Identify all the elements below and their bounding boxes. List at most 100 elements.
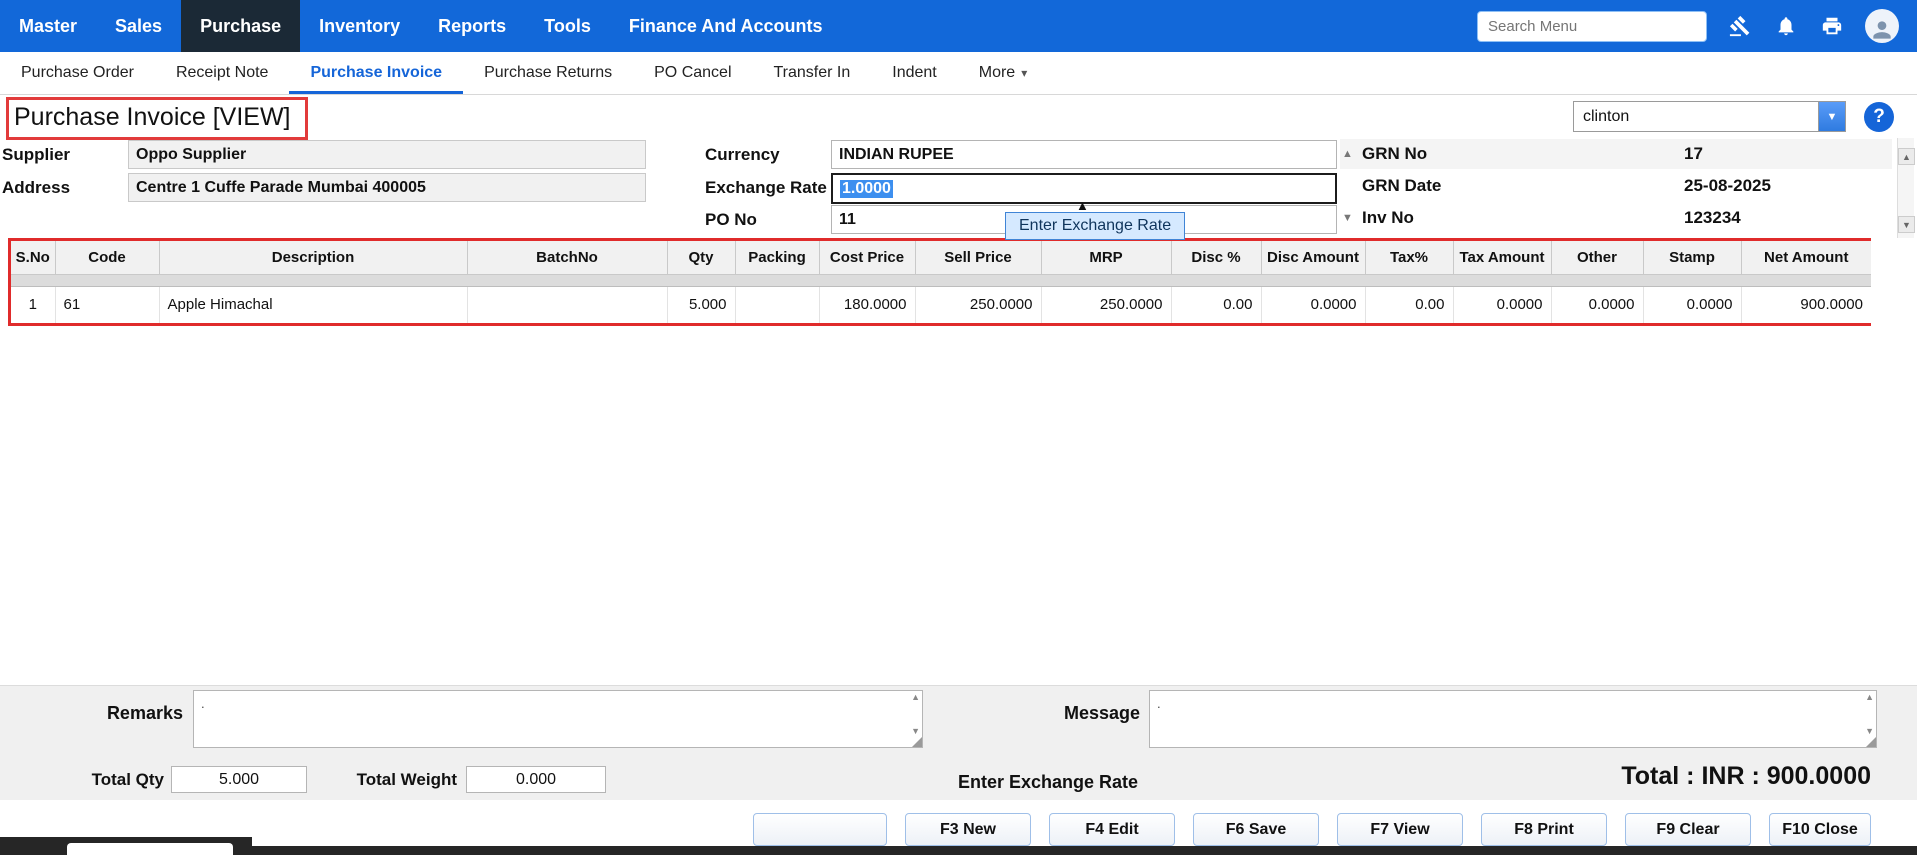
dropdown-arrow-icon: ▼ [1827, 111, 1838, 123]
tab-transfer-in[interactable]: Transfer In [753, 52, 872, 94]
table-row[interactable]: 1 61 Apple Himachal 5.000 180.0000 250.0… [11, 286, 1871, 323]
printer-icon[interactable] [1819, 13, 1845, 39]
address-label: Address [2, 178, 70, 198]
chevron-down-icon: ▾ [1021, 66, 1027, 80]
f4-edit-button[interactable]: F4 Edit [1049, 813, 1175, 846]
supplier-field[interactable]: Oppo Supplier [128, 140, 646, 169]
remarks-input[interactable]: . ▲ ▼ [193, 690, 923, 748]
tab-purchase-returns[interactable]: Purchase Returns [463, 52, 633, 94]
message-resize-grip[interactable] [1866, 737, 1876, 747]
remarks-resize-grip[interactable] [912, 737, 922, 747]
cell-stamp[interactable]: 0.0000 [1643, 286, 1741, 323]
tab-purchase-order[interactable]: Purchase Order [0, 52, 155, 94]
menu-item-reports[interactable]: Reports [419, 0, 525, 52]
col-header-sno: S.No [11, 241, 55, 274]
cell-qty[interactable]: 5.000 [667, 286, 735, 323]
col-header-tax-amount: Tax Amount [1453, 241, 1551, 274]
col-header-sell-price: Sell Price [915, 241, 1041, 274]
cell-packing[interactable] [735, 286, 819, 323]
combo-dropdown-button[interactable]: ▼ [1818, 102, 1845, 131]
tab-more[interactable]: More ▾ [958, 52, 1048, 94]
po-no-label: PO No [705, 210, 757, 230]
scrollbar-up-icon[interactable]: ▲ [1898, 148, 1915, 165]
cell-sno[interactable]: 1 [11, 286, 55, 323]
inv-no-value: 123234 [1684, 208, 1741, 228]
status-message: Enter Exchange Rate [958, 772, 1138, 793]
total-qty-label: Total Qty [64, 770, 164, 790]
message-scroll-up-icon[interactable]: ▲ [1865, 692, 1874, 702]
f8-print-button[interactable]: F8 Print [1481, 813, 1607, 846]
total-weight-label: Total Weight [349, 770, 457, 790]
line-items-grid: S.No Code Description BatchNo Qty Packin… [8, 238, 1871, 326]
remarks-scroll-up-icon[interactable]: ▲ [911, 692, 920, 702]
remarks-label: Remarks [83, 703, 183, 724]
purchase-tab-bar: Purchase Order Receipt Note Purchase Inv… [0, 52, 1917, 95]
cell-mrp[interactable]: 250.0000 [1041, 286, 1171, 323]
total-qty-field[interactable]: 5.000 [171, 766, 307, 793]
menu-item-sales[interactable]: Sales [96, 0, 181, 52]
menu-item-master[interactable]: Master [0, 0, 96, 52]
col-header-packing: Packing [735, 241, 819, 274]
gavel-icon[interactable] [1727, 13, 1753, 39]
user-avatar[interactable] [1865, 9, 1899, 43]
cell-tax-amount[interactable]: 0.0000 [1453, 286, 1551, 323]
tab-po-cancel[interactable]: PO Cancel [633, 52, 752, 94]
col-header-batchno: BatchNo [467, 241, 667, 274]
col-header-disc-amount: Disc Amount [1261, 241, 1365, 274]
f3-new-button[interactable]: F3 New [905, 813, 1031, 846]
bell-icon[interactable] [1773, 13, 1799, 39]
invoice-header-form: Supplier Oppo Supplier Address Centre 1 … [0, 138, 1917, 238]
menu-item-tools[interactable]: Tools [525, 0, 610, 52]
tab-purchase-invoice[interactable]: Purchase Invoice [289, 52, 463, 94]
blank-button[interactable] [753, 813, 887, 846]
cell-tax-pct[interactable]: 0.00 [1365, 286, 1453, 323]
cell-code[interactable]: 61 [55, 286, 159, 323]
remarks-scroll-down-icon[interactable]: ▼ [911, 726, 920, 736]
taskbar-search-box[interactable] [67, 843, 233, 855]
tab-receipt-note[interactable]: Receipt Note [155, 52, 290, 94]
currency-label: Currency [705, 145, 780, 165]
title-row: Purchase Invoice [VIEW] ▼ ? [0, 95, 1917, 140]
cell-sell-price[interactable]: 250.0000 [915, 286, 1041, 323]
message-scroll-down-icon[interactable]: ▼ [1865, 726, 1874, 736]
grn-no-value: 17 [1684, 144, 1703, 164]
cell-disc-pct[interactable]: 0.00 [1171, 286, 1261, 323]
col-header-stamp: Stamp [1643, 241, 1741, 274]
f6-save-button[interactable]: F6 Save [1193, 813, 1319, 846]
menu-item-purchase[interactable]: Purchase [181, 0, 300, 52]
f9-clear-button[interactable]: F9 Clear [1625, 813, 1751, 846]
message-text: . [1157, 696, 1161, 711]
col-header-cost-price: Cost Price [819, 241, 915, 274]
col-header-mrp: MRP [1041, 241, 1171, 274]
f7-view-button[interactable]: F7 View [1337, 813, 1463, 846]
message-input[interactable]: . ▲ ▼ [1149, 690, 1877, 748]
scrollbar-down-icon[interactable]: ▼ [1898, 216, 1915, 233]
grand-total: Total : INR : 900.0000 [1621, 762, 1871, 791]
currency-field[interactable]: INDIAN RUPEE [831, 140, 1337, 169]
user-select-input[interactable] [1574, 102, 1818, 131]
help-button[interactable]: ? [1864, 102, 1894, 132]
message-label: Message [1032, 703, 1140, 724]
cell-cost-price[interactable]: 180.0000 [819, 286, 915, 323]
panel-scroll-down-icon[interactable]: ▼ [1342, 212, 1353, 224]
panel-scroll-up-icon[interactable]: ▲ [1342, 148, 1353, 160]
search-menu-input[interactable] [1477, 11, 1707, 42]
cell-batchno[interactable] [467, 286, 667, 323]
cell-disc-amount[interactable]: 0.0000 [1261, 286, 1365, 323]
cell-description[interactable]: Apple Himachal [159, 286, 467, 323]
cell-net-amount[interactable]: 900.0000 [1741, 286, 1871, 323]
col-header-other: Other [1551, 241, 1643, 274]
f10-close-button[interactable]: F10 Close [1769, 813, 1871, 846]
cell-other[interactable]: 0.0000 [1551, 286, 1643, 323]
exchange-rate-tooltip: Enter Exchange Rate [1005, 212, 1185, 240]
form-scrollbar[interactable]: ▲ ▼ [1897, 138, 1914, 238]
remarks-text: . [201, 696, 205, 711]
col-header-qty: Qty [667, 241, 735, 274]
address-field[interactable]: Centre 1 Cuffe Parade Mumbai 400005 [128, 173, 646, 202]
menu-item-finance-and-accounts[interactable]: Finance And Accounts [610, 0, 842, 52]
grn-no-row: ▲ GRN No 17 [1340, 139, 1892, 169]
col-header-disc-pct: Disc % [1171, 241, 1261, 274]
menu-item-inventory[interactable]: Inventory [300, 0, 419, 52]
total-weight-field[interactable]: 0.000 [466, 766, 606, 793]
tab-indent[interactable]: Indent [871, 52, 957, 94]
